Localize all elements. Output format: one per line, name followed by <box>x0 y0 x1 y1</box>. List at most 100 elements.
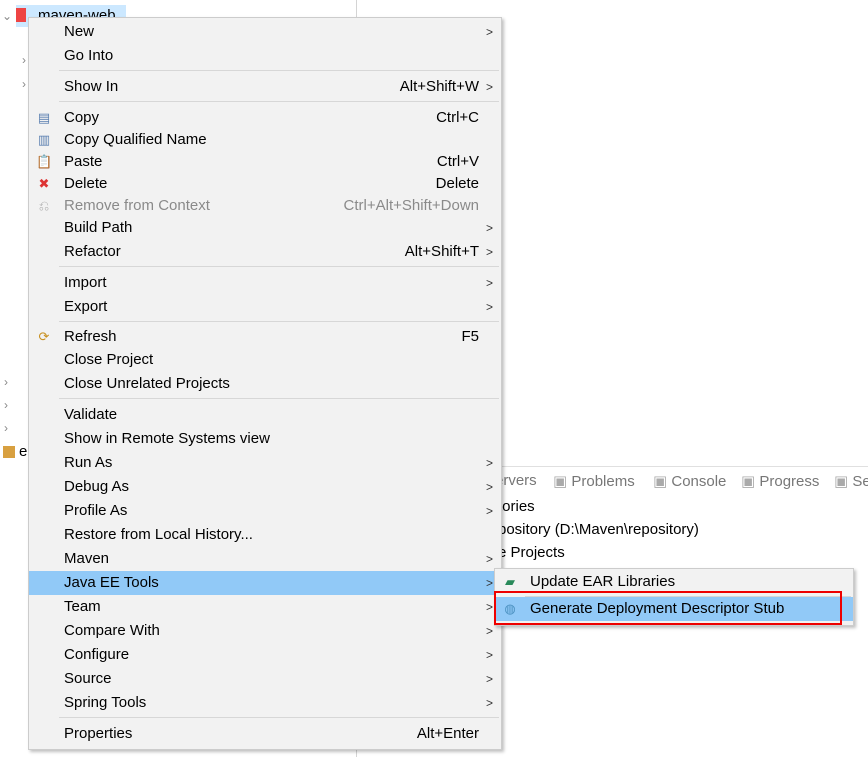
chevron-right-icon: > <box>485 245 493 259</box>
menu-item-properties[interactable]: Properties Alt+Enter <box>29 722 501 746</box>
menu-item-copy-qualified-name[interactable]: ▥ Copy Qualified Name <box>29 128 501 152</box>
shortcut-label: Ctrl+V <box>436 153 479 170</box>
menu-item-label: Paste <box>64 153 103 170</box>
chevron-right-icon: > <box>485 648 493 662</box>
chevron-right-icon[interactable]: › <box>4 421 8 435</box>
shortcut-label: F5 <box>461 328 479 345</box>
remove-context-icon: ⎌ <box>38 198 50 213</box>
menu-item-close-project[interactable]: Close Project <box>29 348 501 372</box>
menu-separator <box>59 717 499 718</box>
repository-list-item[interactable]: e Projects <box>498 544 565 561</box>
menu-item-label: Close Project <box>64 351 154 368</box>
menu-item-new[interactable]: New > <box>29 20 501 44</box>
menu-item-label: Remove from Context <box>64 197 210 214</box>
menu-item-spring-tools[interactable]: Spring Tools > <box>29 691 501 715</box>
chevron-down-icon[interactable]: ⌄ <box>2 9 12 23</box>
menu-item-label: Delete <box>64 175 108 192</box>
search-icon: ▣ <box>834 473 849 490</box>
project-error-icon <box>16 8 26 22</box>
menu-item-team[interactable]: Team > <box>29 595 501 619</box>
menu-item-configure[interactable]: Configure > <box>29 643 501 667</box>
repository-list-item[interactable]: tories <box>498 498 535 515</box>
chevron-right-icon[interactable]: › <box>4 398 8 412</box>
refresh-icon: ⟳ <box>38 329 50 344</box>
chevron-right-icon[interactable]: › <box>22 77 26 91</box>
paste-icon: 📋 <box>36 154 53 169</box>
menu-item-source[interactable]: Source > <box>29 667 501 691</box>
menu-item-label: Show in Remote Systems view <box>64 430 270 447</box>
chevron-right-icon[interactable]: › <box>4 375 8 389</box>
menu-item-delete[interactable]: ✖ Delete Delete <box>29 172 501 196</box>
menu-item-label: Debug As <box>64 478 130 495</box>
menu-item-label: Profile As <box>64 502 128 519</box>
menu-item-label: Import <box>64 274 107 291</box>
menu-item-label: Build Path <box>64 219 133 236</box>
chevron-right-icon: > <box>485 600 493 614</box>
context-menu: New > Go Into Show In Alt+Shift+W > ▤ Copy Ctrl+… <box>28 17 502 750</box>
shortcut-label: Alt+Enter <box>416 725 479 742</box>
menu-item-label: Refactor <box>64 243 121 260</box>
menu-item-label: Source <box>64 670 112 687</box>
menu-separator <box>59 266 499 267</box>
menu-item-paste[interactable]: 📋 Paste Ctrl+V <box>29 150 501 174</box>
menu-item-java-ee-tools[interactable]: Java EE Tools > <box>29 571 501 595</box>
repository-list-item[interactable]: pository (D:\Maven\repository) <box>498 521 699 538</box>
menu-item-label: Maven <box>64 550 110 567</box>
shortcut-label: Delete <box>435 175 479 192</box>
menu-item-validate[interactable]: Validate <box>29 403 501 427</box>
menu-separator <box>59 398 499 399</box>
menu-item-debug-as[interactable]: Debug As > <box>29 475 501 499</box>
menu-item-label: Team <box>64 598 101 615</box>
menu-item-export[interactable]: Export > <box>29 295 501 319</box>
menu-item-label: Export <box>64 298 108 315</box>
tab-problems[interactable]: ▣ Problems <box>553 472 635 490</box>
menu-item-label: Show In <box>64 78 119 95</box>
menu-item-profile-as[interactable]: Profile As > <box>29 499 501 523</box>
tab-label: Se <box>852 473 868 490</box>
menu-item-go-into[interactable]: Go Into <box>29 44 501 68</box>
menu-item-label: New <box>64 23 95 40</box>
menu-item-run-as[interactable]: Run As > <box>29 451 501 475</box>
menu-item-label: Copy Qualified Name <box>64 131 207 148</box>
menu-item-build-path[interactable]: Build Path > <box>29 216 501 240</box>
tab-progress[interactable]: ▣ Progress <box>741 472 819 490</box>
menu-item-compare-with[interactable]: Compare With > <box>29 619 501 643</box>
tab-console[interactable]: ▣ Console <box>653 472 726 490</box>
menu-item-remove-from-context: ⎌ Remove from Context Ctrl+Alt+Shift+Down <box>29 194 501 218</box>
chevron-right-icon[interactable]: › <box>22 53 26 67</box>
delete-icon: ✖ <box>38 176 50 191</box>
menu-item-label: Validate <box>64 406 118 423</box>
tab-label: Progress <box>759 473 820 490</box>
tab-label: Problems <box>571 473 635 490</box>
update-ear-libraries-icon: ▰ <box>505 574 515 589</box>
menu-item-refresh[interactable]: ⟳ Refresh F5 <box>29 325 501 349</box>
copy-qualified-name-icon: ▥ <box>37 132 51 147</box>
menu-item-label: Refresh <box>64 328 117 345</box>
menu-separator <box>59 101 499 102</box>
menu-item-close-unrelated-projects[interactable]: Close Unrelated Projects <box>29 372 501 396</box>
menu-item-label: Compare With <box>64 622 160 639</box>
menu-item-label: Configure <box>64 646 130 663</box>
chevron-right-icon: > <box>485 300 493 314</box>
shortcut-label: Ctrl+Alt+Shift+Down <box>343 197 479 214</box>
problems-icon: ▣ <box>553 473 568 490</box>
annotation-highlight-box <box>494 591 842 625</box>
menu-item-maven[interactable]: Maven > <box>29 547 501 571</box>
menu-item-show-in-remote-systems-view[interactable]: Show in Remote Systems view <box>29 427 501 451</box>
menu-item-label: Copy <box>64 109 100 126</box>
copy-icon: ▤ <box>37 110 51 125</box>
menu-item-import[interactable]: Import > <box>29 271 501 295</box>
menu-item-refactor[interactable]: Refactor Alt+Shift+T > <box>29 240 501 264</box>
progress-icon: ▣ <box>741 473 756 490</box>
shortcut-label: Alt+Shift+T <box>404 243 479 260</box>
chevron-right-icon: > <box>485 480 493 494</box>
menu-item-copy[interactable]: ▤ Copy Ctrl+C <box>29 106 501 130</box>
menu-item-restore-from-local-history[interactable]: Restore from Local History... <box>29 523 501 547</box>
tab-se[interactable]: ▣ Se <box>834 472 868 490</box>
menu-item-label: Restore from Local History... <box>64 526 253 543</box>
chevron-right-icon: > <box>485 25 493 39</box>
tree-item-label: e <box>19 443 28 460</box>
menu-item-label: Java EE Tools <box>64 574 159 591</box>
menu-item-show-in[interactable]: Show In Alt+Shift+W > <box>29 75 501 99</box>
chevron-right-icon: > <box>485 624 493 638</box>
